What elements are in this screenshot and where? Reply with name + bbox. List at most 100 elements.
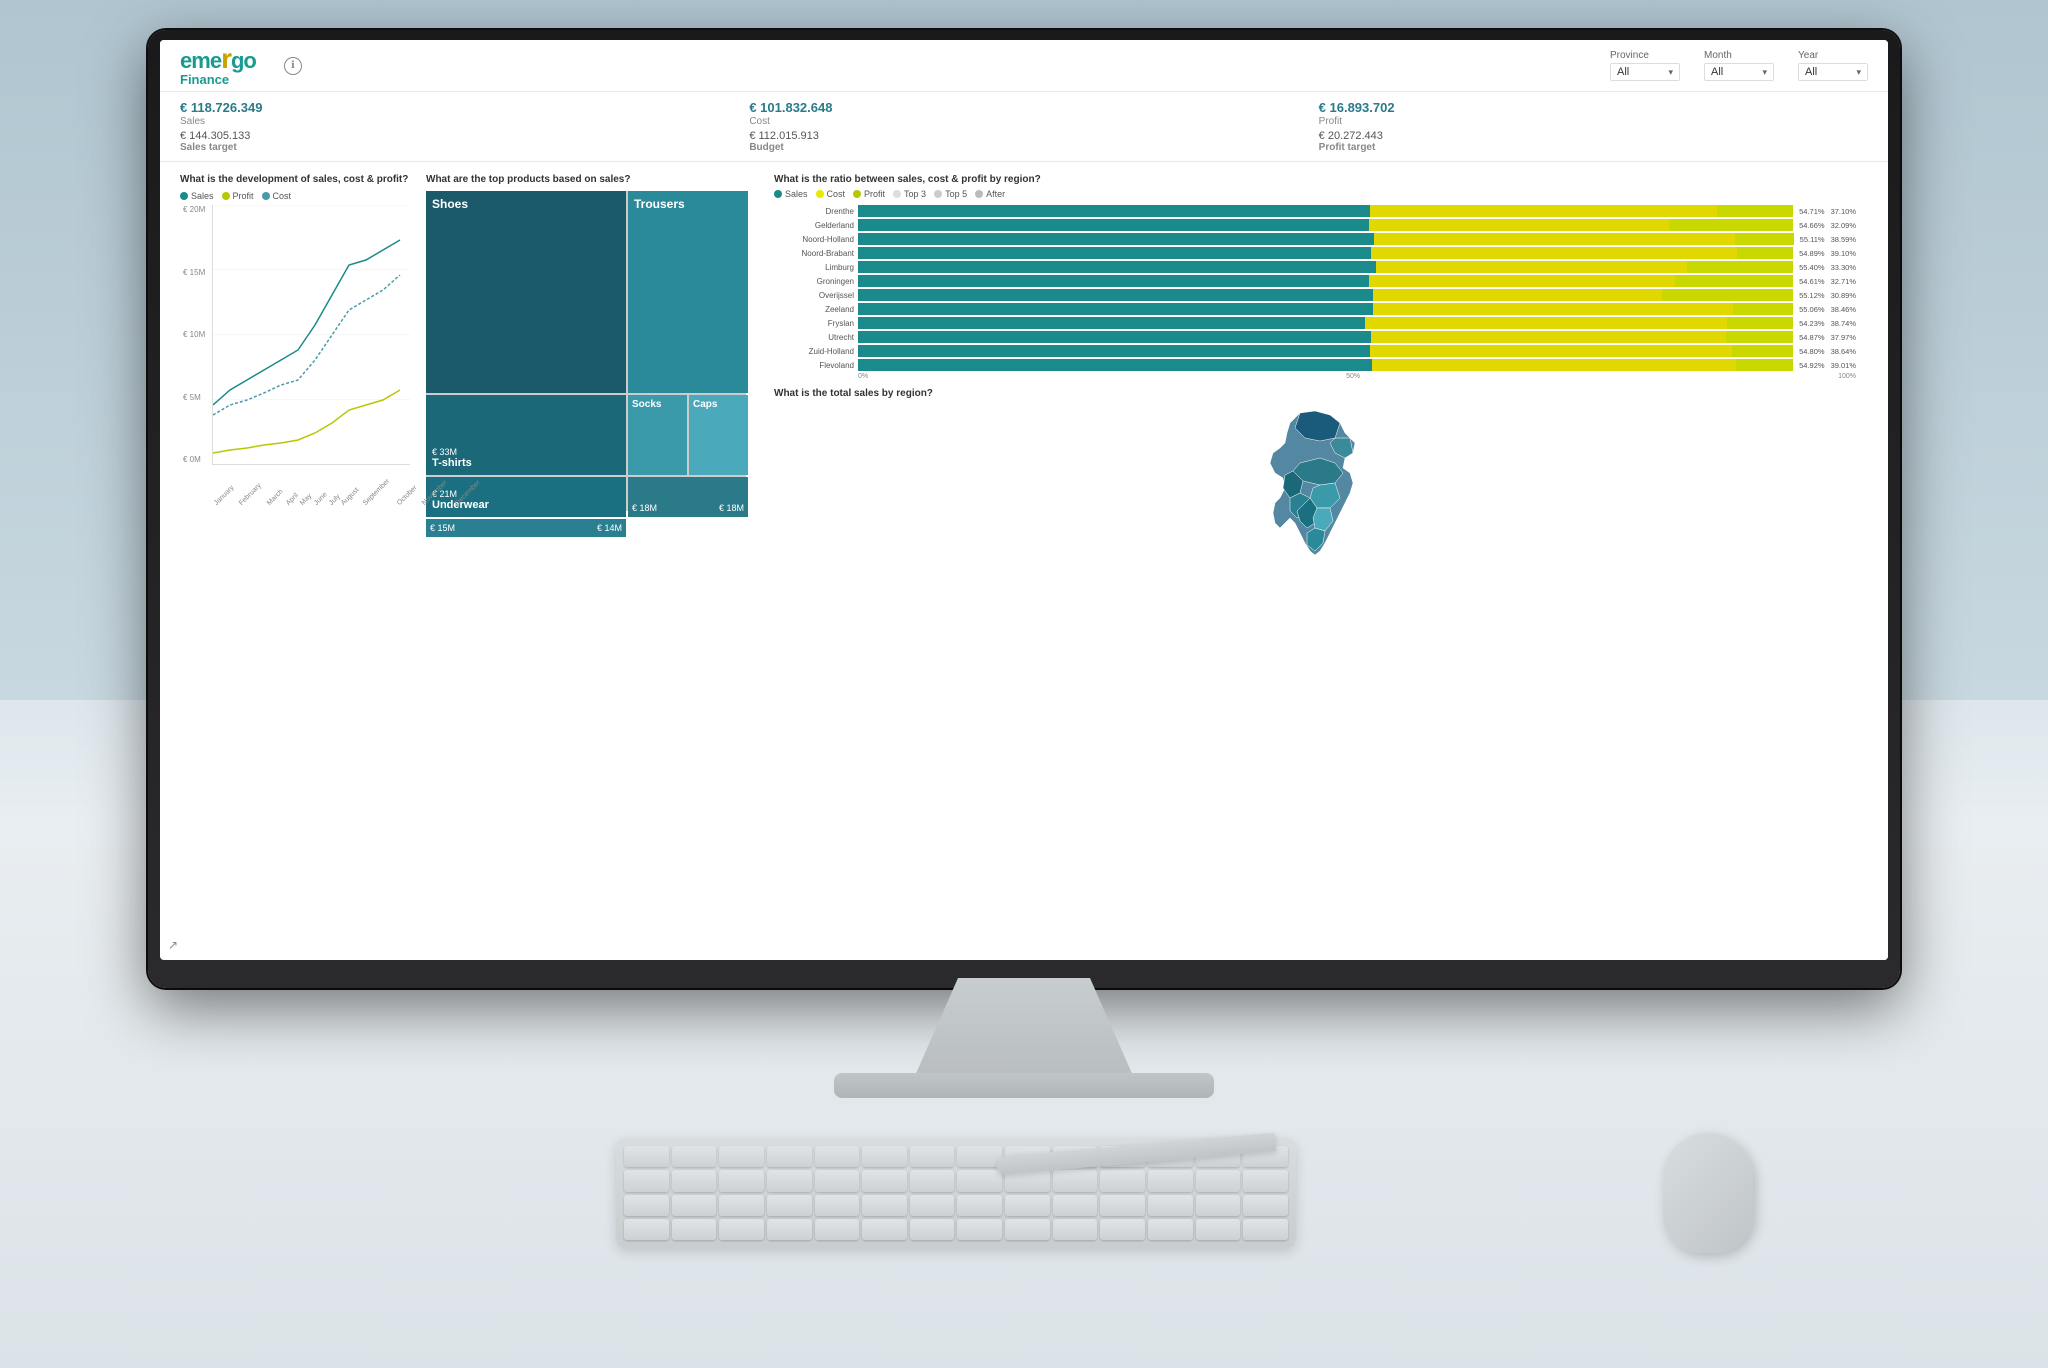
keyboard-key[interactable] xyxy=(672,1195,717,1216)
keyboard-key[interactable] xyxy=(1005,1219,1050,1240)
keyboard-key[interactable] xyxy=(719,1170,764,1191)
keyboard-key[interactable] xyxy=(1053,1219,1098,1240)
monitor: Power BI 👤 Shared with me > Finance 🔒 LB… xyxy=(148,30,1900,988)
keyboard-key[interactable] xyxy=(862,1146,907,1167)
table-row: Noord-Holland 55.11% 38.59% xyxy=(774,233,1856,245)
keyboard-key[interactable] xyxy=(815,1146,860,1167)
kpi-cost-target: € 112.015.913 xyxy=(749,130,1298,142)
legend-after-dot xyxy=(975,190,983,198)
cost-pct: 32.71% xyxy=(1831,277,1856,286)
table-row: Fryslan 54.23% 38.74% xyxy=(774,317,1856,329)
keyboard-key[interactable] xyxy=(815,1195,860,1216)
keyboard-key[interactable] xyxy=(1196,1195,1241,1216)
legend-after: After xyxy=(975,189,1005,199)
cost-bar xyxy=(1371,247,1737,259)
keyboard-key[interactable] xyxy=(1148,1170,1193,1191)
keyboard-key[interactable] xyxy=(815,1219,860,1240)
keyboard-key[interactable] xyxy=(1005,1195,1050,1216)
keyboard-key[interactable] xyxy=(1053,1170,1098,1191)
cost-bar xyxy=(1370,345,1731,357)
region-label: Noord-Holland xyxy=(774,235,854,244)
keyboard-key[interactable] xyxy=(957,1219,1002,1240)
treemap-caps: Caps xyxy=(689,395,748,475)
region-label: Groningen xyxy=(774,277,854,286)
sales-pct: 55.12% xyxy=(1799,291,1824,300)
sales-pct: 54.23% xyxy=(1799,319,1824,328)
keyboard-key[interactable] xyxy=(862,1170,907,1191)
bar-segments xyxy=(858,317,1793,329)
keyboard-key[interactable] xyxy=(624,1146,669,1167)
keyboard-key[interactable] xyxy=(767,1195,812,1216)
keyboard-key[interactable] xyxy=(957,1170,1002,1191)
keyboard-key[interactable] xyxy=(910,1195,955,1216)
keyboard-key[interactable] xyxy=(767,1170,812,1191)
treemap-section: What are the top products based on sales… xyxy=(426,174,746,563)
profit-bar xyxy=(1736,359,1793,371)
horizontal-bar-chart: Drenthe 54.71% 37.10% Gelderland 54.66% … xyxy=(774,205,1856,371)
line-chart-svg xyxy=(213,205,410,464)
treemap-socks-caps: Socks Caps xyxy=(628,395,748,475)
keyboard-key[interactable] xyxy=(767,1219,812,1240)
keyboard-key[interactable] xyxy=(624,1195,669,1216)
keyboard-key[interactable] xyxy=(1243,1170,1288,1191)
keyboard-key[interactable] xyxy=(1053,1195,1098,1216)
sales-bar xyxy=(858,219,1369,231)
sales-pct: 55.40% xyxy=(1799,263,1824,272)
legend-sales: Sales xyxy=(180,191,214,201)
map-title: What is the total sales by region? xyxy=(774,388,1856,399)
kpi-sales-target: € 144.305.133 xyxy=(180,130,729,142)
sales-pct: 54.71% xyxy=(1799,207,1824,216)
keyboard-key[interactable] xyxy=(719,1219,764,1240)
keyboard-key[interactable] xyxy=(910,1219,955,1240)
profit-bar xyxy=(1732,345,1793,357)
keyboard-key[interactable] xyxy=(910,1146,955,1167)
keyboard-key[interactable] xyxy=(672,1146,717,1167)
treemap-caps-label: Caps xyxy=(693,399,744,410)
treemap-33m: € 33M xyxy=(432,447,620,457)
legend-cost-dot-bar xyxy=(816,190,824,198)
keyboard-key[interactable] xyxy=(1100,1170,1145,1191)
cost-pct: 38.64% xyxy=(1831,347,1856,356)
keyboard-key[interactable] xyxy=(1196,1219,1241,1240)
sales-bar xyxy=(858,331,1371,343)
keyboard-key[interactable] xyxy=(1243,1195,1288,1216)
keyboard-key[interactable] xyxy=(910,1170,955,1191)
keyboard-key[interactable] xyxy=(1196,1170,1241,1191)
profit-bar xyxy=(1669,219,1793,231)
keyboard-key[interactable] xyxy=(624,1170,669,1191)
legend-cost-label: Cost xyxy=(273,191,292,201)
keyboard-key[interactable] xyxy=(672,1170,717,1191)
bar-segments xyxy=(858,275,1793,287)
cost-pct: 38.59% xyxy=(1831,235,1856,244)
treemap-14m: € 14M xyxy=(597,523,622,533)
legend-sales-dot xyxy=(180,192,188,200)
keyboard-key[interactable] xyxy=(719,1195,764,1216)
keyboard-key[interactable] xyxy=(767,1146,812,1167)
keyboard-key[interactable] xyxy=(1148,1195,1193,1216)
keyboard-key[interactable] xyxy=(957,1195,1002,1216)
keyboard-key[interactable] xyxy=(1100,1219,1145,1240)
treemap-tshirts: € 33M T-shirts xyxy=(426,395,626,475)
bar-segments xyxy=(858,345,1793,357)
keyboard-key[interactable] xyxy=(672,1219,717,1240)
keyboard-key[interactable] xyxy=(1100,1195,1145,1216)
region-label: Drenthe xyxy=(774,207,854,216)
cost-bar xyxy=(1374,233,1735,245)
legend-top3: Top 3 xyxy=(893,189,926,199)
expand-icon[interactable]: ↗ xyxy=(168,938,178,952)
mouse[interactable] xyxy=(1663,1133,1753,1253)
sales-bar xyxy=(858,205,1370,217)
keyboard-key[interactable] xyxy=(1243,1219,1288,1240)
cost-bar xyxy=(1372,359,1737,371)
monitor-screen: Power BI 👤 Shared with me > Finance 🔒 LB… xyxy=(160,40,1888,960)
bar-chart-title: What is the ratio between sales, cost & … xyxy=(774,174,1856,185)
keyboard-key[interactable] xyxy=(1148,1219,1193,1240)
keyboard-key[interactable] xyxy=(624,1219,669,1240)
legend-profit-dot-bar xyxy=(853,190,861,198)
keyboard-key[interactable] xyxy=(862,1219,907,1240)
keyboard-key[interactable] xyxy=(862,1195,907,1216)
keyboard-key[interactable] xyxy=(815,1170,860,1191)
monitor-base xyxy=(834,1073,1214,1098)
keyboard-key[interactable] xyxy=(719,1146,764,1167)
sales-bar xyxy=(858,233,1374,245)
